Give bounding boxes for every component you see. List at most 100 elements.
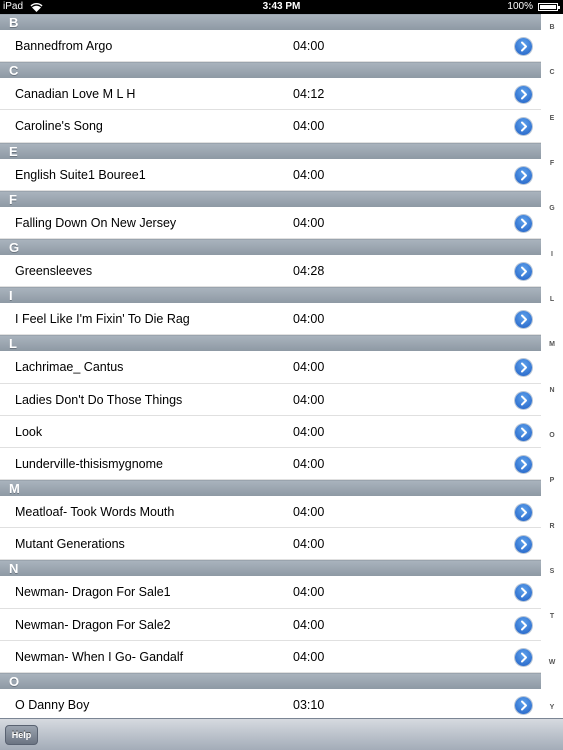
song-duration: 04:00 xyxy=(293,392,325,407)
song-row[interactable]: Falling Down On New Jersey 04:00 xyxy=(0,206,541,239)
detail-disclosure-icon[interactable] xyxy=(515,86,532,104)
song-duration: 04:00 xyxy=(293,649,325,664)
song-row[interactable]: Look 04:00 xyxy=(0,415,541,448)
section-header: B xyxy=(0,14,541,30)
help-button[interactable]: Help xyxy=(5,725,38,745)
song-duration: 04:00 xyxy=(293,39,325,53)
index-letter[interactable]: B xyxy=(541,24,563,31)
index-letter[interactable]: O xyxy=(541,432,563,439)
index-letter[interactable]: R xyxy=(541,523,563,530)
song-title: Canadian Love M L H xyxy=(15,87,136,102)
song-row[interactable]: Mutant Generations 04:00 xyxy=(0,528,541,561)
index-letter[interactable]: F xyxy=(541,160,563,167)
song-row[interactable]: Ladies Don't Do Those Things 04:00 xyxy=(0,383,541,416)
song-row[interactable]: Newman- Dragon For Sale1 04:00 xyxy=(0,576,541,609)
song-duration: 04:00 xyxy=(293,312,325,327)
detail-disclosure-icon[interactable] xyxy=(515,214,532,232)
bottom-toolbar: Help xyxy=(0,718,563,750)
song-title: Bannedfrom Argo xyxy=(15,39,113,53)
index-letter[interactable]: G xyxy=(541,205,563,212)
song-title: Newman- Dragon For Sale1 xyxy=(15,585,171,600)
section-index[interactable]: B C E F G I L M N O P R S T W Y xyxy=(541,14,563,718)
detail-disclosure-icon[interactable] xyxy=(515,262,532,280)
song-duration: 03:10 xyxy=(293,698,325,712)
detail-disclosure-icon[interactable] xyxy=(515,648,532,666)
song-title: Falling Down On New Jersey xyxy=(15,215,177,230)
song-row[interactable]: Newman- Dragon For Sale2 04:00 xyxy=(0,608,541,641)
status-bar: iPad 3:43 PM 100% xyxy=(0,0,563,14)
section-header: E xyxy=(0,142,541,159)
song-duration: 04:00 xyxy=(293,537,325,552)
index-letter[interactable]: P xyxy=(541,477,563,484)
section-header: O xyxy=(0,673,541,689)
song-row[interactable]: Lunderville-thisismygnome 04:00 xyxy=(0,447,541,481)
detail-disclosure-icon[interactable] xyxy=(515,391,532,409)
song-duration: 04:00 xyxy=(293,505,325,520)
song-row[interactable]: Caroline's Song 04:00 xyxy=(0,110,541,143)
status-time: 3:43 PM xyxy=(262,1,301,12)
index-letter[interactable]: W xyxy=(541,659,563,666)
song-title: Meatloaf- Took Words Mouth xyxy=(15,505,175,520)
detail-disclosure-icon[interactable] xyxy=(515,536,532,554)
index-letter[interactable]: I xyxy=(541,251,563,258)
detail-disclosure-icon[interactable] xyxy=(515,697,532,714)
song-duration: 04:00 xyxy=(293,617,325,632)
song-row[interactable]: Lachrimae_ Cantus 04:00 xyxy=(0,351,541,384)
index-letter[interactable]: C xyxy=(541,69,563,76)
song-title: Look xyxy=(15,424,43,439)
song-row[interactable]: Canadian Love M L H 04:12 xyxy=(0,78,541,111)
song-row[interactable]: I Feel Like I'm Fixin' To Die Rag 04:00 xyxy=(0,303,541,336)
song-row[interactable]: Newman- When I Go- Gandalf 04:00 xyxy=(0,640,541,673)
song-row[interactable]: O Danny Boy 03:10 xyxy=(0,689,541,718)
index-letter[interactable]: M xyxy=(541,341,563,348)
song-row[interactable]: Greensleeves 04:28 xyxy=(0,254,541,288)
song-duration: 04:00 xyxy=(293,456,325,471)
detail-disclosure-icon[interactable] xyxy=(515,359,532,377)
song-duration: 04:00 xyxy=(293,360,325,375)
index-letter[interactable]: S xyxy=(541,568,563,575)
section-header: M xyxy=(0,480,541,497)
detail-disclosure-icon[interactable] xyxy=(515,311,532,329)
detail-disclosure-icon[interactable] xyxy=(515,38,532,55)
index-letter[interactable]: L xyxy=(541,296,563,303)
song-title: Newman- When I Go- Gandalf xyxy=(15,649,184,664)
song-row[interactable]: Meatloaf- Took Words Mouth 04:00 xyxy=(0,496,541,529)
detail-disclosure-icon[interactable] xyxy=(515,455,532,473)
song-duration: 04:00 xyxy=(293,119,325,134)
song-duration: 04:00 xyxy=(293,585,325,600)
battery-fill xyxy=(540,5,556,9)
index-letter[interactable]: E xyxy=(541,115,563,122)
detail-disclosure-icon[interactable] xyxy=(515,616,532,634)
index-letter[interactable]: Y xyxy=(541,704,563,711)
song-duration: 04:00 xyxy=(293,424,325,439)
song-title: Greensleeves xyxy=(15,263,93,278)
song-list[interactable]: B Bannedfrom Argo 04:00 C Canadian Love M L … xyxy=(0,14,541,718)
song-duration: 04:28 xyxy=(293,263,325,278)
song-row[interactable]: Bannedfrom Argo 04:00 xyxy=(0,30,541,63)
song-duration: 04:00 xyxy=(293,215,325,230)
song-title: Lachrimae_ Cantus xyxy=(15,360,124,375)
section-header: N xyxy=(0,560,541,577)
detail-disclosure-icon[interactable] xyxy=(515,118,532,136)
song-title: Mutant Generations xyxy=(15,537,125,552)
song-title: Newman- Dragon For Sale2 xyxy=(15,617,171,632)
section-header: F xyxy=(0,190,541,207)
section-header: L xyxy=(0,335,541,352)
song-duration: 04:12 xyxy=(293,87,325,102)
section-header: C xyxy=(0,62,541,79)
song-title: O Danny Boy xyxy=(15,698,90,712)
battery-icon xyxy=(538,3,560,11)
detail-disclosure-icon[interactable] xyxy=(515,166,532,184)
song-title: Ladies Don't Do Those Things xyxy=(15,392,183,407)
index-letter[interactable]: N xyxy=(541,387,563,394)
detail-disclosure-icon[interactable] xyxy=(515,584,532,602)
detail-disclosure-icon[interactable] xyxy=(515,504,532,522)
section-header: I xyxy=(0,287,541,304)
index-letter[interactable]: T xyxy=(541,613,563,620)
song-title: Caroline's Song xyxy=(15,119,103,134)
section-header: G xyxy=(0,238,541,255)
song-title: Lunderville-thisismygnome xyxy=(15,456,163,471)
song-row[interactable]: English Suite1 Bouree1 04:00 xyxy=(0,158,541,191)
song-duration: 04:00 xyxy=(293,167,325,182)
detail-disclosure-icon[interactable] xyxy=(515,423,532,441)
